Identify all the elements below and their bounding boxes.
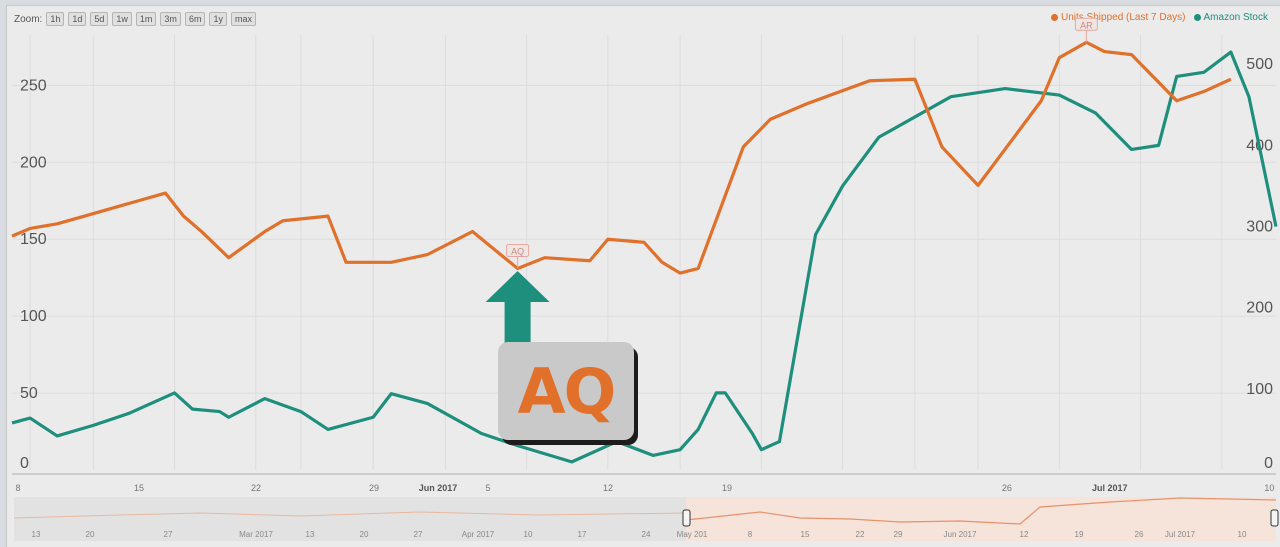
navigator-tick-label: 27 <box>414 530 423 539</box>
line-chart: 05010015020025001002003004005008 15 22 29 Ju… <box>11 17 1279 541</box>
y-right-tick-label: 300 <box>1246 219 1273 236</box>
navigator-tick-label: May 201 <box>677 530 708 539</box>
x-tick-label: 12 <box>603 483 613 493</box>
navigator-tick-label: 15 <box>801 530 810 539</box>
series-line-units-shipped <box>11 40 1232 275</box>
navigator-tick-label: 10 <box>524 530 533 539</box>
y-left-tick-label: 50 <box>20 385 38 402</box>
x-tick-label: 15 <box>134 483 144 493</box>
aq-callout-badge: AQ <box>498 342 634 440</box>
navigator-tick-label: 8 <box>748 530 753 539</box>
navigator-tick-label: 10 <box>1238 530 1247 539</box>
navigator-tick-label: 29 <box>894 530 903 539</box>
flag-label: AR <box>1080 20 1093 30</box>
navigator-tick-label: 19 <box>1075 530 1084 539</box>
x-tick-label: 26 <box>1002 483 1012 493</box>
y-right-tick-label: 200 <box>1246 300 1273 317</box>
navigator-tick-label: Mar 2017 <box>239 530 273 539</box>
navigator-tick-label: 12 <box>1020 530 1029 539</box>
flag-label: AQ <box>511 246 524 256</box>
x-tick-label: Jun 2017 <box>419 483 458 493</box>
navigator-right-handle[interactable] <box>1270 509 1279 527</box>
y-left-tick-label: 100 <box>20 308 47 325</box>
arrow-up-icon <box>485 271 550 344</box>
y-left-tick-label: 250 <box>20 77 47 94</box>
x-tick-label: 5 <box>485 483 490 493</box>
y-right-tick-label: 500 <box>1246 56 1273 73</box>
navigator-tick-label: Jun 2017 <box>944 530 977 539</box>
navigator-tick-label: 24 <box>642 530 651 539</box>
x-tick-label: 10 <box>1264 483 1274 493</box>
y-left-tick-label: 200 <box>20 154 47 171</box>
navigator-left-handle[interactable] <box>682 509 691 527</box>
navigator-tick-label: 17 <box>578 530 587 539</box>
x-tick-label: 29 <box>369 483 379 493</box>
y-right-tick-label: 100 <box>1246 381 1273 398</box>
navigator-tick-label: Apr 2017 <box>462 530 495 539</box>
y-left-tick-label: 150 <box>20 231 47 248</box>
navigator-tick-label: 22 <box>856 530 865 539</box>
navigator-tick-label: 20 <box>360 530 369 539</box>
navigator-tick-label: Jul 2017 <box>1165 530 1196 539</box>
navigator-tick-label: 13 <box>32 530 41 539</box>
series-line-amazon-stock <box>11 50 1278 464</box>
x-tick-label: Jul 2017 <box>1092 483 1128 493</box>
x-tick-label: 8 <box>15 483 20 493</box>
navigator-tick-label: 27 <box>164 530 173 539</box>
navigator-tick-label: 13 <box>306 530 315 539</box>
navigator-tick-label: 20 <box>86 530 95 539</box>
x-tick-label: 19 <box>722 483 732 493</box>
navigator-tick-label: 26 <box>1135 530 1144 539</box>
y-left-tick-label: 0 <box>20 455 29 472</box>
x-tick-label: 22 <box>251 483 261 493</box>
y-right-tick-label: 0 <box>1264 455 1273 472</box>
